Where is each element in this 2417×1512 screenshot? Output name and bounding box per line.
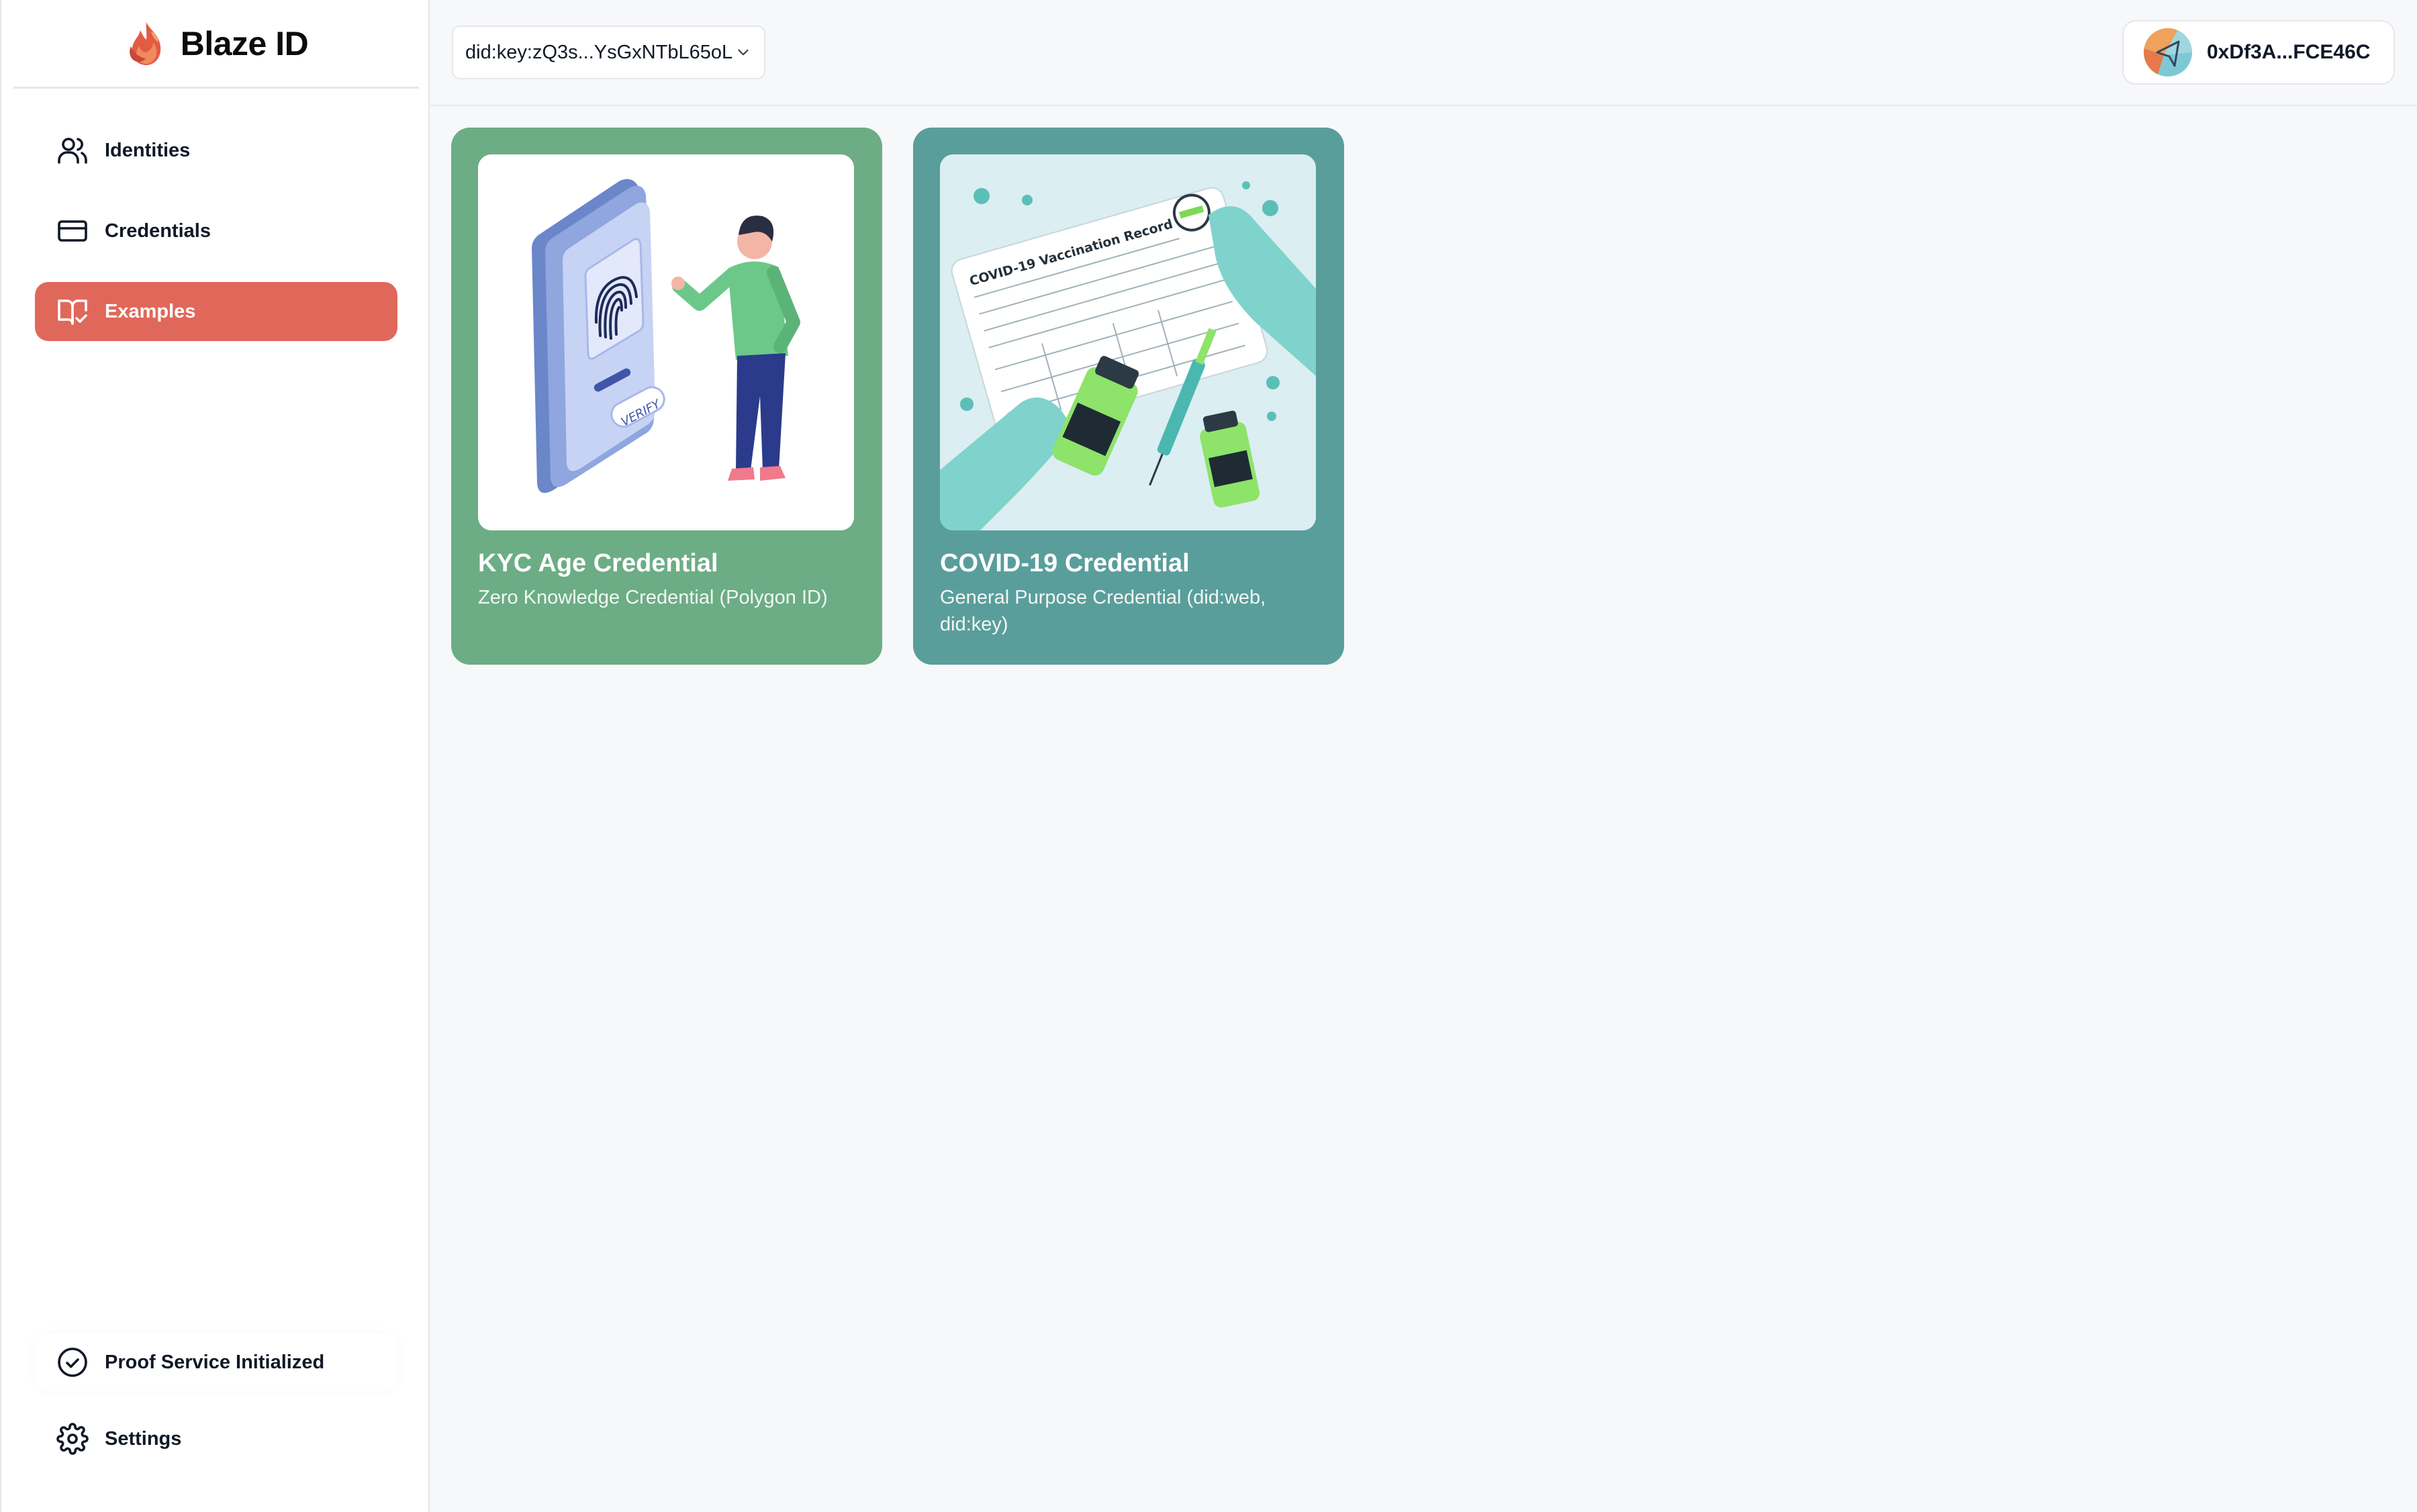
wallet-avatar	[2144, 28, 2192, 77]
sidebar-item-label: Identities	[105, 139, 191, 161]
status-label: Proof Service Initialized	[105, 1351, 325, 1373]
sidebar-item-label: Credentials	[105, 220, 211, 242]
top-bar: did:key:zQ3s...YsGxNTbL65oL 0xDf3A...FCE…	[430, 0, 2417, 106]
covid-illustration: COVID-19 Vaccination Record Card	[940, 154, 1316, 530]
check-circle-icon	[58, 1348, 87, 1377]
card-subtitle: General Purpose Credential (did:web, did…	[940, 587, 1266, 635]
sidebar-item-label: Examples	[105, 300, 196, 322]
sidebar-footer: Proof Service Initialized Settings	[35, 1333, 397, 1468]
sidebar-item-examples[interactable]: Examples	[35, 282, 397, 341]
settings-label: Settings	[105, 1427, 182, 1450]
kyc-age-credential-card[interactable]: VERIFY KYC Age Credential Zero Knowledge…	[451, 128, 882, 665]
credit-card-icon	[58, 220, 87, 242]
did-selector-value: did:key:zQ3s...YsGxNTbL65oL	[465, 41, 733, 63]
wallet-address: 0xDf3A...FCE46C	[2207, 41, 2371, 63]
card-title: KYC Age Credential	[478, 549, 718, 577]
proof-service-status: Proof Service Initialized	[35, 1333, 397, 1391]
sidebar-nav: Identities Credentials Examples	[35, 121, 397, 363]
settings-button[interactable]: Settings	[35, 1410, 397, 1468]
app-name: Blaze ID	[180, 24, 309, 62]
wallet-button[interactable]: 0xDf3A...FCE46C	[2122, 20, 2395, 85]
users-icon	[58, 138, 87, 164]
did-selector[interactable]: did:key:zQ3s...YsGxNTbL65oL	[452, 26, 765, 79]
chevron-down-icon	[738, 49, 749, 56]
sidebar-item-credentials[interactable]: Credentials	[35, 201, 397, 261]
brand-header[interactable]: Blaze ID	[13, 0, 419, 89]
covid-19-credential-card[interactable]: COVID-19 Vaccination Record Card COVID-1…	[913, 128, 1344, 665]
gear-icon	[56, 1423, 89, 1455]
book-check-icon	[58, 299, 87, 325]
sidebar: Blaze ID Identities Credentials Examples…	[0, 0, 430, 1512]
kyc-illustration: VERIFY	[478, 154, 854, 530]
card-subtitle: Zero Knowledge Credential (Polygon ID)	[478, 587, 828, 608]
sidebar-item-identities[interactable]: Identities	[35, 121, 397, 180]
card-title: COVID-19 Credential	[940, 549, 1190, 577]
flame-logo-icon	[129, 21, 160, 65]
